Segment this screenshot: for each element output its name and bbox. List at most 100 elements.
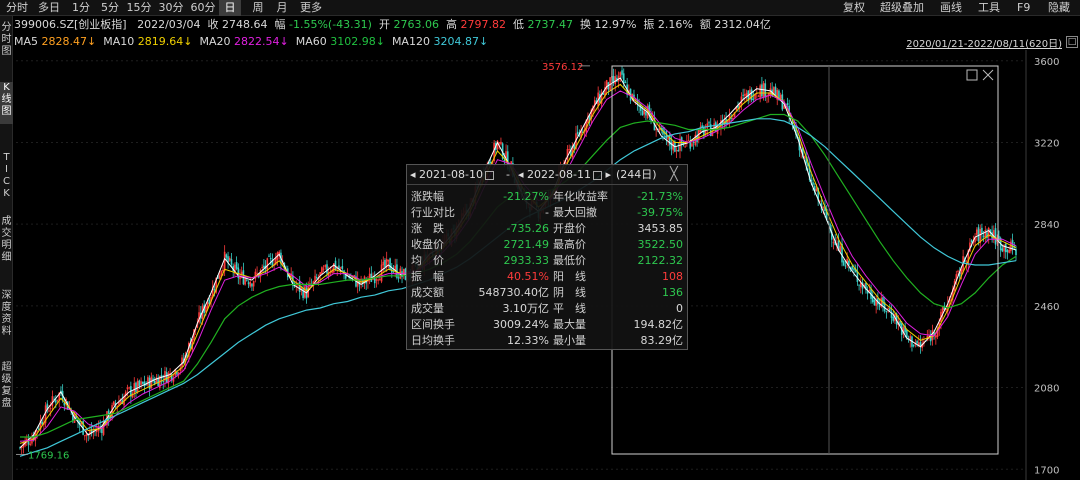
candle-body [136, 380, 139, 392]
side-tab-5[interactable]: 超 级 复 盘 [0, 362, 13, 430]
candle-body [655, 129, 657, 131]
start-date-field[interactable]: ◂ 2021-08-10 [410, 168, 494, 182]
side-tab-1[interactable]: K 线 图 [0, 82, 13, 124]
stats-row: 日均换手 12.33% 最小量 83.29亿 [407, 333, 687, 348]
candle-body [641, 110, 644, 116]
candle-body [752, 98, 755, 100]
ma120-label: MA120 [391, 35, 430, 48]
stat-label: 振 幅 [411, 270, 444, 283]
side-tab-2[interactable]: T I C K [0, 152, 13, 210]
period-tab-0[interactable]: 分时 [2, 0, 32, 16]
candle-body [269, 257, 272, 259]
candle-body [326, 264, 328, 274]
range-toggle-button[interactable]: □ [1066, 36, 1078, 48]
candle-body [84, 435, 86, 437]
toolbar-right-button-2[interactable]: 画线 [940, 0, 962, 16]
y-tick-label: 2460 [1034, 302, 1059, 313]
day-count: (244日) [616, 168, 657, 181]
close-value: 2748.64 [222, 18, 268, 31]
candle-body [268, 255, 270, 257]
period-tab-7[interactable]: 日 [219, 0, 241, 16]
stats-header: ◂ 2021-08-10 - ◂ 2022-08-11 ▸ (244日) ╳ [407, 165, 687, 185]
candle-body [970, 240, 973, 243]
candle-body [887, 308, 889, 310]
candle-body [402, 269, 405, 276]
candle-body [815, 188, 818, 192]
toolbar-right-button-3[interactable]: 工具 [978, 0, 1000, 16]
high-label: 高 [445, 18, 457, 31]
high-point-label: 3576.12 [542, 62, 583, 73]
stat-value: 83.29亿 [640, 334, 684, 347]
candle-body [165, 372, 168, 383]
candle-body [975, 229, 978, 235]
candle-body [759, 85, 761, 98]
interval-stats-popup: ◂ 2021-08-10 - ◂ 2022-08-11 ▸ (244日) ╳ 涨… [406, 164, 688, 350]
candle-body [55, 400, 57, 403]
candle-body [324, 264, 327, 268]
period-tab-6[interactable]: 60分 [189, 0, 217, 16]
side-tab-3[interactable]: 成 交 明 细 [0, 216, 13, 282]
toolbar-right-button-0[interactable]: 复权 [843, 0, 865, 16]
period-tab-1[interactable]: 多日 [33, 0, 65, 16]
calendar-icon [592, 170, 602, 180]
stat-value: -21.73% [637, 190, 683, 203]
period-tab-3[interactable]: 5分 [98, 0, 122, 16]
start-date: 2021-08-10 [419, 168, 483, 181]
period-tab-9[interactable]: 月 [272, 0, 292, 16]
toolbar-right-button-1[interactable]: 超级叠加 [880, 0, 924, 16]
period-tab-5[interactable]: 30分 [155, 0, 187, 16]
stat-value: -21.27% [503, 190, 549, 203]
stat-label: 最低价 [553, 254, 586, 267]
stat-value: 3453.85 [637, 222, 684, 235]
candle-body [885, 311, 888, 313]
candle-body [147, 377, 149, 386]
turnover-label: 换 [579, 18, 591, 31]
stat-label: 阴 线 [553, 286, 586, 299]
candle-body [315, 277, 318, 279]
candle-body [246, 279, 248, 281]
stat-label: 日均换手 [411, 334, 455, 347]
stats-row: 成交量 3.10万亿平 线 0 [407, 301, 687, 316]
candle-body [382, 261, 385, 266]
candle-body [853, 268, 855, 271]
y-tick-label: 3600 [1034, 57, 1059, 68]
candle-body [576, 131, 579, 135]
stat-label[interactable]: 行业对比 [411, 205, 455, 220]
candle-body [858, 284, 860, 286]
close-label: 收 [207, 18, 219, 31]
side-tab-0[interactable]: 分 时 图 [0, 22, 13, 62]
stat-label: 均 价 [411, 254, 444, 267]
candle-body [912, 344, 915, 347]
candle-body [339, 267, 342, 269]
period-tab-10[interactable]: 更多 [294, 0, 328, 16]
candle-body [842, 260, 845, 266]
end-date-field[interactable]: ◂ 2022-08-11 ▸ [518, 168, 611, 182]
stat-value: -39.75% [637, 206, 683, 219]
candle-body [742, 94, 744, 96]
stat-value: 3522.50 [637, 238, 684, 251]
candle-body [135, 382, 137, 392]
date-separator: - [506, 168, 510, 181]
stat-value: 108 [662, 270, 683, 283]
candle-body [322, 268, 325, 270]
toolbar-right-button-5[interactable]: 隐藏 [1048, 0, 1070, 16]
stat-label: 成交额 [411, 286, 444, 299]
candle-body [500, 141, 502, 145]
period-tab-2[interactable]: 1分 [68, 0, 94, 16]
close-icon[interactable]: ╳ [670, 167, 678, 182]
candle-body [645, 111, 647, 116]
toolbar-right-button-4[interactable]: F9 [1017, 0, 1030, 16]
ma20-label: MA20 [199, 35, 231, 48]
candle-body [675, 150, 678, 152]
y-tick-label: 1700 [1034, 465, 1059, 476]
period-tab-4[interactable]: 15分 [125, 0, 153, 16]
ma5-label: MA5 [14, 35, 39, 48]
candle-body [384, 259, 386, 268]
period-tab-8[interactable]: 周 [248, 0, 268, 16]
candle-body [222, 269, 224, 271]
range-label[interactable]: 2020/01/21-2022/08/11(620日) [906, 35, 1062, 50]
amplitude-value: 2.16% [657, 18, 693, 31]
candle-body [812, 182, 814, 185]
stat-label: 涨跌幅 [411, 190, 444, 203]
side-tab-4[interactable]: 深 度 资 料 [0, 290, 13, 354]
